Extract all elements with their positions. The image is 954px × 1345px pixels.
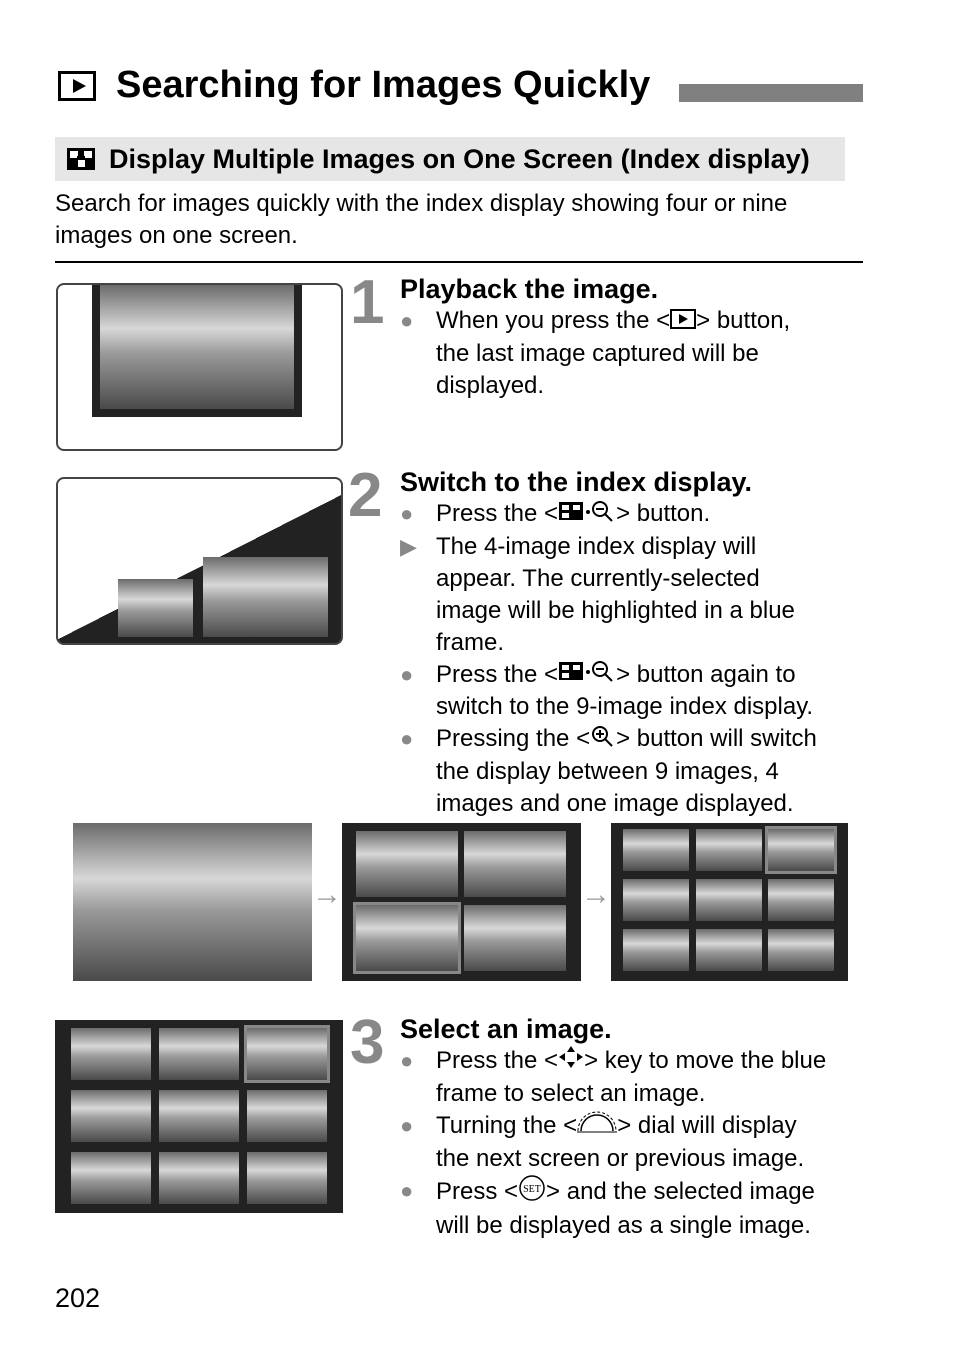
result-triangle-icon: ▶ bbox=[400, 533, 417, 559]
bullet-item: ● Press the < > button. bbox=[400, 498, 830, 531]
step-number: 3 bbox=[350, 1008, 385, 1077]
bullet-item: ● When you press the < > button, the last … bbox=[400, 305, 830, 402]
nine-image-index-display bbox=[611, 823, 848, 981]
page-title: Searching for Images Quickly bbox=[58, 64, 650, 107]
step-title: Switch to the index display. bbox=[400, 467, 753, 497]
bullet-text: Press the < bbox=[436, 1047, 559, 1074]
bullet-text: Turning the < bbox=[436, 1112, 578, 1140]
index-button-illustration bbox=[56, 477, 343, 645]
arrow-right-icon: → bbox=[581, 878, 611, 911]
camera-back-illustration bbox=[56, 283, 343, 451]
bullet-text: Press < bbox=[436, 1178, 519, 1206]
bullet-circle-icon: ● bbox=[400, 1048, 414, 1073]
page-title-text: Searching for Images Quickly bbox=[116, 64, 651, 106]
bullet-text: Press the < bbox=[436, 660, 559, 688]
bullet-circle-icon: ● bbox=[400, 1178, 414, 1204]
playback-icon bbox=[670, 306, 697, 338]
step-1: Playback the image. ● When you press the … bbox=[400, 274, 830, 402]
four-image-index-display bbox=[342, 823, 581, 981]
title-decoration-bar bbox=[679, 84, 863, 102]
step-3: Select an image. ● Press the < > key to mo… bbox=[400, 1014, 830, 1242]
magnify-icon bbox=[590, 724, 616, 756]
bullet-text: The 4-image index display will appear. T… bbox=[436, 532, 795, 656]
playback-icon bbox=[58, 70, 96, 101]
step-title: Select an image. bbox=[400, 1014, 612, 1044]
step-number: 2 bbox=[348, 461, 383, 530]
bullet-circle-icon: ● bbox=[400, 726, 414, 752]
step-bullets: ● When you press the < > button, the last … bbox=[400, 305, 830, 402]
single-image-display bbox=[73, 823, 312, 981]
bullet-text: Press the < bbox=[436, 500, 559, 527]
bullet-item: ● Press < SET > and the selected image will… bbox=[400, 1175, 830, 1242]
index-grid-icon bbox=[67, 148, 95, 170]
bullet-item: ● Turning the < > dial will display the ne… bbox=[400, 1110, 830, 1175]
set-button-icon: SET bbox=[518, 1175, 546, 1210]
bullet-circle-icon: ● bbox=[400, 1113, 414, 1139]
bullet-text: > button. bbox=[616, 500, 711, 527]
arrow-right-icon: → bbox=[312, 878, 342, 911]
bullet-item: ▶ The 4-image index display will appear. … bbox=[400, 531, 830, 659]
step-title: Playback the image. bbox=[400, 274, 659, 304]
index-reduce-icon bbox=[558, 659, 616, 691]
main-dial-icon bbox=[577, 1110, 618, 1143]
bullet-item: ● Pressing the < > button will switch the … bbox=[400, 723, 830, 820]
nine-image-selection-display bbox=[55, 1020, 343, 1213]
bullet-text: Pressing the < bbox=[436, 725, 591, 753]
step-bullets: ● Press the < > button. ▶ The 4-image index … bbox=[400, 498, 830, 820]
bullet-circle-icon: ● bbox=[400, 661, 414, 687]
bullet-text: When you press the < bbox=[436, 307, 671, 334]
section-heading: Display Multiple Images on One Screen (I… bbox=[55, 137, 845, 181]
bullet-item: ● Press the < > button again to switch to … bbox=[400, 659, 830, 724]
index-reduce-icon bbox=[558, 499, 616, 531]
divider bbox=[55, 261, 863, 263]
bullet-item: ● Press the < > key to move the blue frame… bbox=[400, 1045, 830, 1110]
step-2: Switch to the index display. ● Press the … bbox=[400, 467, 830, 820]
svg-text:SET: SET bbox=[523, 1184, 541, 1195]
bullet-circle-icon: ● bbox=[400, 308, 414, 333]
section-heading-text: Display Multiple Images on One Screen (I… bbox=[109, 143, 810, 174]
cross-keys-icon bbox=[558, 1045, 584, 1078]
bullet-circle-icon: ● bbox=[400, 501, 414, 526]
step-bullets: ● Press the < > key to move the blue frame… bbox=[400, 1045, 830, 1242]
page-number: 202 bbox=[55, 1283, 101, 1313]
intro-text: Search for images quickly with the index… bbox=[55, 190, 788, 249]
step-number: 1 bbox=[350, 268, 385, 337]
